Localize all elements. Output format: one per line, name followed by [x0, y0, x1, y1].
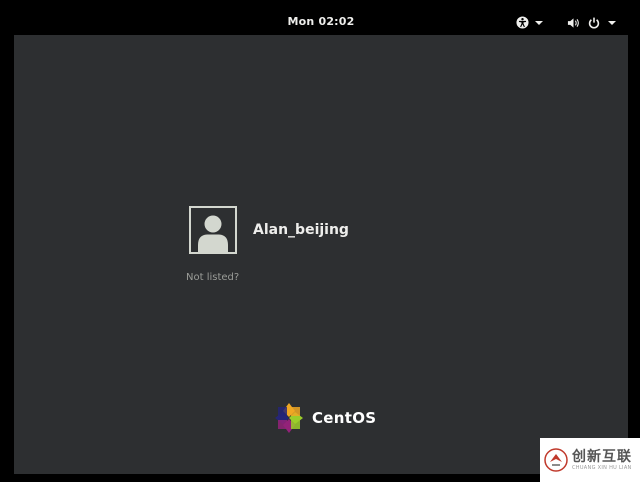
system-status-menu[interactable]: [567, 14, 616, 31]
watermark-main-text: 创新互联: [572, 448, 632, 465]
accessibility-icon: [516, 16, 529, 29]
power-icon: [588, 17, 600, 29]
not-listed-link[interactable]: Not listed?: [186, 272, 239, 283]
distro-name: CentOS: [312, 409, 377, 427]
login-screen: Mon 02:02 Alan_beijing Not listed? CentO…: [14, 10, 628, 474]
accessibility-menu[interactable]: [516, 14, 543, 31]
watermark-logo-icon: [544, 448, 568, 472]
user-name: Alan_beijing: [253, 222, 349, 238]
distro-branding: CentOS: [274, 402, 376, 434]
watermark: 创新互联 CHUANG XIN HU LIAN: [540, 438, 640, 482]
centos-logo-icon: [274, 402, 304, 434]
user-list-item[interactable]: Alan_beijing: [189, 206, 349, 254]
chevron-down-icon: [608, 21, 616, 25]
top-bar: Mon 02:02: [14, 10, 628, 35]
chevron-down-icon: [535, 21, 543, 25]
watermark-sub-text: CHUANG XIN HU LIAN: [572, 464, 632, 471]
avatar-icon: [189, 206, 237, 254]
volume-icon: [567, 17, 580, 29]
